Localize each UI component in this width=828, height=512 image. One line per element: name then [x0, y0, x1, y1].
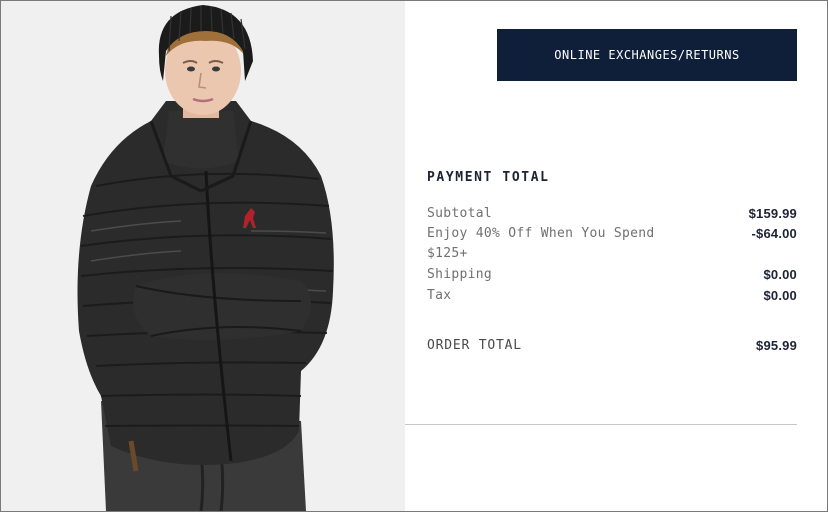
payment-total-heading: PAYMENT TOTAL — [427, 170, 550, 185]
tax-label: Tax — [427, 288, 452, 303]
summary-divider — [405, 424, 797, 425]
tax-row: Tax $0.00 — [427, 286, 797, 306]
tax-value: $0.00 — [763, 288, 797, 303]
order-total-label: ORDER TOTAL — [427, 338, 522, 353]
subtotal-value: $159.99 — [748, 206, 797, 221]
subtotal-label: Subtotal — [427, 206, 493, 221]
order-total-row: ORDER TOTAL $95.99 — [427, 336, 797, 356]
shipping-value: $0.00 — [763, 267, 797, 282]
promo-discount-value: -$64.00 — [751, 226, 797, 241]
online-exchanges-returns-button[interactable]: ONLINE EXCHANGES/RETURNS — [497, 29, 797, 81]
order-total-value: $95.99 — [756, 338, 797, 353]
shipping-row: Shipping $0.00 — [427, 265, 797, 285]
shipping-label: Shipping — [427, 267, 493, 282]
promo-discount-label: Enjoy 40% Off When You Spend $125+ — [427, 226, 655, 261]
product-image — [1, 1, 405, 511]
subtotal-row: Subtotal $159.99 — [427, 204, 797, 224]
promo-discount-row: Enjoy 40% Off When You Spend $125+ -$64.… — [427, 224, 797, 264]
